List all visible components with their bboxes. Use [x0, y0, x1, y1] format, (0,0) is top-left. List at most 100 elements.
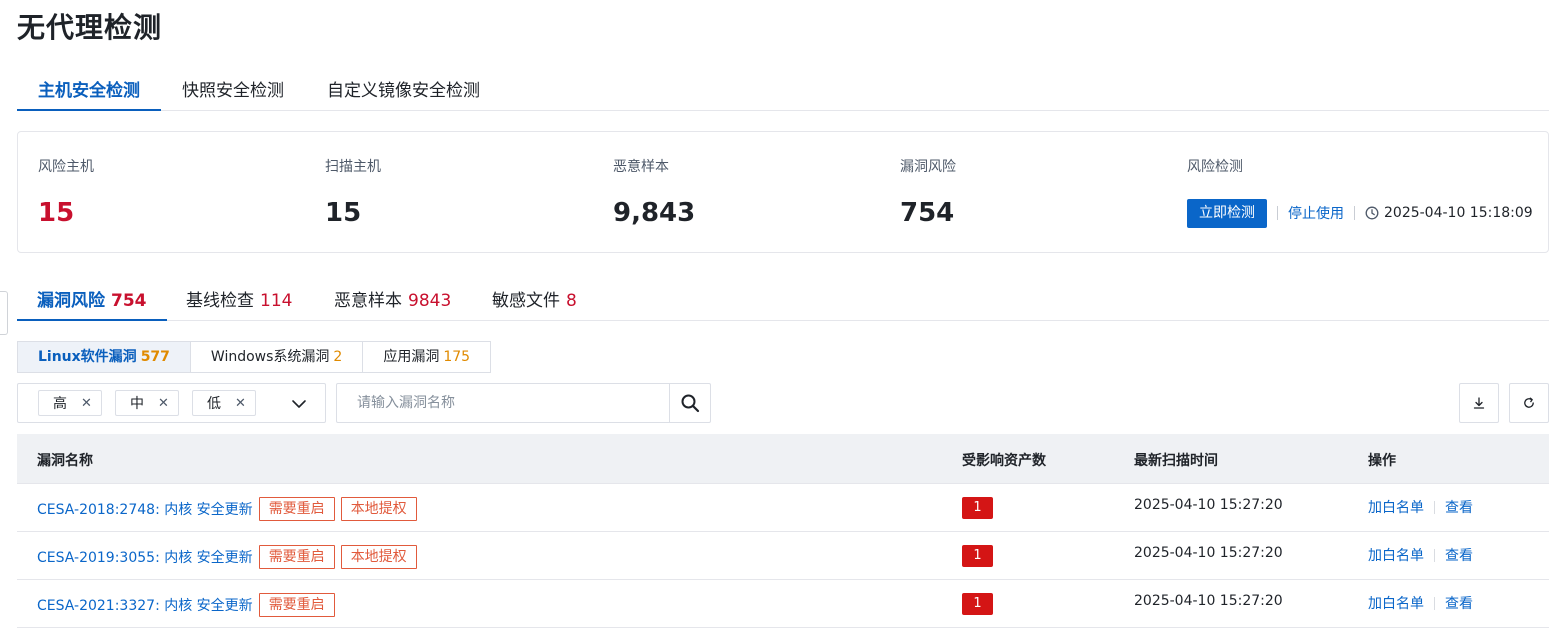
segment-count: 2: [333, 349, 343, 365]
tab-label: 敏感文件: [492, 291, 560, 311]
tab-count: 9843: [408, 291, 452, 311]
last-scan-time: 2025-04-10 15:27:20: [1134, 497, 1283, 513]
stop-use-link[interactable]: 停止使用: [1288, 203, 1344, 223]
refresh-button[interactable]: [1509, 383, 1549, 423]
vuln-type-segments: Linux软件漏洞 577 Windows系统漏洞 2 应用漏洞 175: [17, 341, 492, 373]
stat-value: 9,843: [613, 198, 696, 228]
segment-label: 应用漏洞: [383, 349, 440, 365]
vuln-name-link[interactable]: CESA-2019:3055: 内核 安全更新: [37, 547, 253, 567]
stat-vuln-risk: 漏洞风险 754: [900, 156, 956, 228]
chevron-down-icon[interactable]: [291, 396, 307, 412]
tab-label: 恶意样本: [334, 291, 402, 311]
affected-cell: 1: [962, 545, 993, 567]
stats-card: 风险主机 15 扫描主机 15 恶意样本 9,843 漏洞风险 754 风险检测…: [17, 131, 1549, 253]
view-link[interactable]: 查看: [1445, 593, 1473, 613]
search-button[interactable]: [669, 384, 710, 422]
tab-count: 754: [111, 291, 147, 311]
stat-malicious-samples: 恶意样本 9,843: [613, 156, 695, 228]
divider: [1434, 548, 1435, 562]
view-link[interactable]: 查看: [1445, 545, 1473, 565]
vuln-name-cell: CESA-2018:2748: 内核 安全更新 需要重启 本地提权: [37, 497, 417, 521]
divider: [1434, 500, 1435, 514]
affected-count-badge[interactable]: 1: [962, 593, 993, 615]
table-row: CESA-2021:3327: 内核 安全更新 需要重启 1 2025-04-1…: [17, 580, 1549, 628]
side-panel-handle[interactable]: [0, 291, 8, 335]
close-icon[interactable]: ✕: [158, 396, 169, 411]
refresh-icon: [1524, 397, 1534, 408]
vuln-name-link[interactable]: CESA-2021:3327: 内核 安全更新: [37, 595, 253, 615]
ops-cell: 加白名单 查看: [1368, 497, 1473, 517]
tab-malicious-samples[interactable]: 恶意样本 9843: [334, 286, 451, 321]
last-detect-time: 2025-04-10 15:18:09: [1384, 205, 1533, 221]
table-row: CESA-2019:3055: 内核 安全更新 需要重启 本地提权 1 2025…: [17, 532, 1549, 580]
tag-label: 中: [130, 396, 144, 412]
segment-linux-vuln[interactable]: Linux软件漏洞 577: [17, 341, 191, 373]
column-header-affected[interactable]: 受影响资产数: [962, 450, 1046, 470]
tag-local-privesc: 本地提权: [340, 497, 417, 521]
search-box: [336, 383, 711, 423]
tab-count: 114: [260, 291, 293, 311]
segment-count: 175: [443, 349, 471, 365]
vuln-table: 漏洞名称 受影响资产数 最新扫描时间 操作 CESA-2018:2748: 内核…: [17, 434, 1549, 628]
add-whitelist-link[interactable]: 加白名单: [1368, 545, 1424, 565]
last-scan-time: 2025-04-10 15:27:20: [1134, 545, 1283, 561]
stat-risk-hosts: 风险主机 15: [38, 156, 94, 228]
detect-now-button[interactable]: 立即检测: [1187, 198, 1267, 228]
column-header-name: 漏洞名称: [37, 453, 93, 469]
affected-count-badge[interactable]: 1: [962, 545, 993, 567]
sub-tabs: 漏洞风险 754 基线检查 114 恶意样本 9843 敏感文件 8: [17, 276, 1549, 321]
severity-select[interactable]: 高 ✕ 中 ✕ 低 ✕: [17, 383, 326, 423]
stat-value: 15: [325, 198, 362, 228]
vuln-name-link[interactable]: CESA-2018:2748: 内核 安全更新: [37, 499, 253, 519]
tab-sensitive-files[interactable]: 敏感文件 8: [492, 286, 577, 321]
divider: [1277, 206, 1278, 220]
main-tabs: 主机安全检测 快照安全检测 自定义镜像安全检测: [17, 66, 1549, 111]
stat-risk-detect: 风险检测: [1187, 156, 1243, 176]
segment-label: Linux软件漏洞: [38, 349, 137, 365]
tab-custom-image-security[interactable]: 自定义镜像安全检测: [327, 76, 480, 111]
affected-cell: 1: [962, 593, 993, 615]
tag-label: 低: [207, 396, 221, 412]
stat-scan-hosts: 扫描主机 15: [325, 156, 381, 228]
clock-icon: [1365, 206, 1379, 220]
table-row: CESA-2018:2748: 内核 安全更新 需要重启 本地提权 1 2025…: [17, 484, 1549, 532]
tab-label: 基线检查: [186, 291, 254, 311]
tag-label: 高: [53, 396, 67, 412]
download-icon: [1473, 397, 1485, 409]
tag-local-privesc: 本地提权: [340, 545, 417, 569]
segment-app-vuln[interactable]: 应用漏洞 175: [362, 341, 492, 373]
search-icon: [681, 394, 700, 413]
stat-label: 扫描主机: [325, 159, 381, 175]
stat-label: 风险主机: [38, 159, 94, 175]
stat-value: 754: [900, 198, 955, 228]
tab-vuln-risk[interactable]: 漏洞风险 754: [17, 286, 167, 321]
column-header-last-scan[interactable]: 最新扫描时间: [1134, 450, 1218, 470]
download-button[interactable]: [1459, 383, 1499, 423]
vuln-name-cell: CESA-2021:3327: 内核 安全更新 需要重启: [37, 593, 335, 617]
tab-snapshot-security[interactable]: 快照安全检测: [182, 76, 284, 111]
stat-value: 15: [38, 198, 75, 228]
segment-count: 577: [140, 349, 170, 365]
view-link[interactable]: 查看: [1445, 497, 1473, 517]
add-whitelist-link[interactable]: 加白名单: [1368, 497, 1424, 517]
segment-label: Windows系统漏洞: [210, 349, 330, 365]
affected-count-badge[interactable]: 1: [962, 497, 993, 519]
tab-baseline-check[interactable]: 基线检查 114: [186, 286, 292, 321]
close-icon[interactable]: ✕: [235, 396, 246, 411]
divider: [1434, 596, 1435, 610]
segment-windows-vuln[interactable]: Windows系统漏洞 2: [189, 341, 364, 373]
stat-label: 恶意样本: [613, 159, 669, 175]
severity-tag-high: 高 ✕: [38, 390, 102, 416]
tag-need-reboot: 需要重启: [258, 545, 335, 569]
search-input[interactable]: [337, 384, 670, 422]
close-icon[interactable]: ✕: [81, 396, 92, 411]
stat-label: 漏洞风险: [900, 159, 956, 175]
last-scan-time: 2025-04-10 15:27:20: [1134, 593, 1283, 609]
tag-need-reboot: 需要重启: [258, 497, 335, 521]
table-header: 漏洞名称 受影响资产数 最新扫描时间 操作: [17, 434, 1549, 484]
ops-cell: 加白名单 查看: [1368, 545, 1473, 565]
divider: [1354, 206, 1355, 220]
tab-host-security[interactable]: 主机安全检测: [17, 76, 161, 111]
add-whitelist-link[interactable]: 加白名单: [1368, 593, 1424, 613]
stat-label: 风险检测: [1187, 159, 1243, 175]
